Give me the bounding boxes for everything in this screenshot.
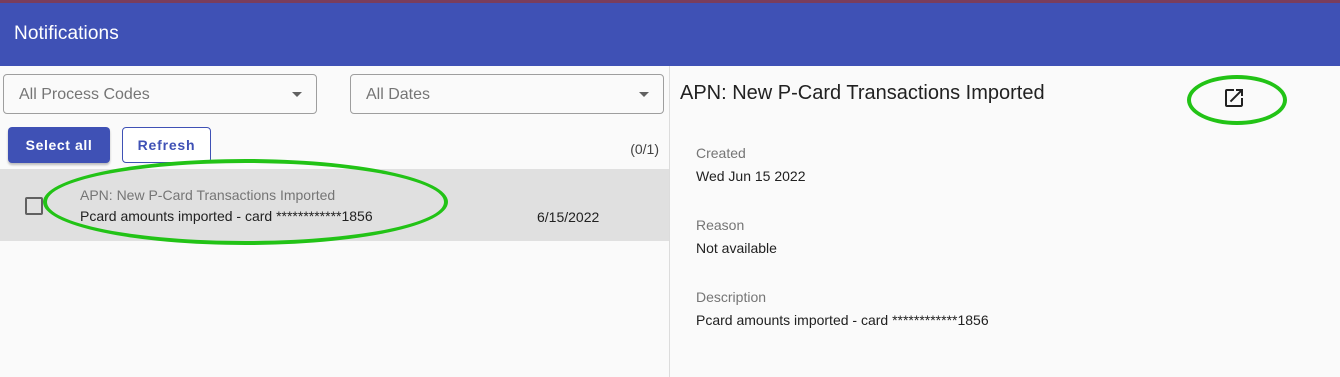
reason-value: Not available — [696, 240, 777, 256]
open-in-new-icon[interactable] — [1222, 86, 1246, 110]
notification-detail-panel: APN: New P-Card Transactions Imported Cr… — [670, 66, 1340, 377]
list-item-date: 6/15/2022 — [537, 209, 600, 225]
process-codes-select[interactable]: All Process Codes — [3, 74, 317, 114]
notifications-list-panel: All Process Codes All Dates Select all R… — [0, 66, 669, 377]
process-codes-value: All Process Codes — [19, 86, 150, 103]
description-value: Pcard amounts imported - card **********… — [696, 312, 989, 328]
reason-label: Reason — [696, 217, 745, 233]
page-title: Notifications — [14, 23, 119, 44]
app-header: Notifications — [0, 3, 1340, 66]
list-item-title: APN: New P-Card Transactions Imported — [80, 187, 336, 203]
dropdown-arrow-icon — [292, 92, 302, 97]
dates-value: All Dates — [366, 86, 431, 103]
refresh-button[interactable]: Refresh — [122, 127, 211, 163]
detail-title: APN: New P-Card Transactions Imported — [680, 82, 1045, 104]
list-item[interactable]: APN: New P-Card Transactions Imported Pc… — [0, 169, 669, 241]
created-value: Wed Jun 15 2022 — [696, 168, 806, 184]
row-checkbox[interactable] — [25, 197, 43, 215]
list-item-subtitle: Pcard amounts imported - card **********… — [80, 208, 373, 224]
description-label: Description — [696, 289, 767, 305]
dates-select[interactable]: All Dates — [350, 74, 664, 114]
selection-count: (0/1) — [630, 141, 659, 157]
dropdown-arrow-icon — [639, 92, 649, 97]
created-label: Created — [696, 145, 746, 161]
select-all-button[interactable]: Select all — [8, 127, 110, 163]
